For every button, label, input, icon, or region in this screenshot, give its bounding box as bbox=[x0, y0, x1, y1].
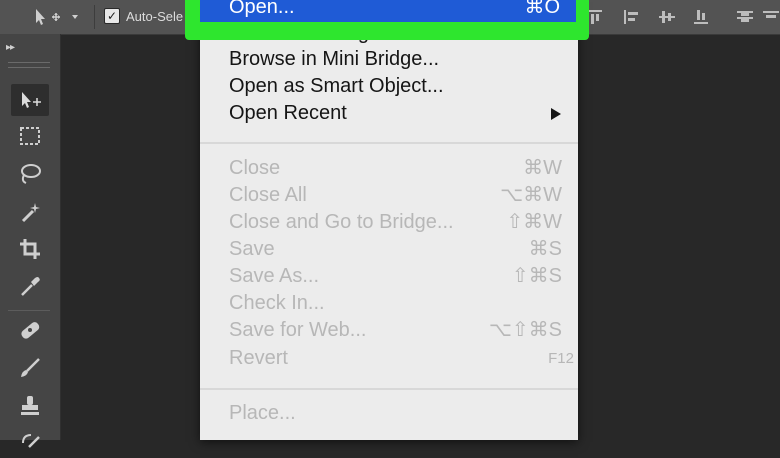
menu-item-close: Close ⌘W bbox=[229, 157, 562, 179]
menu-item-save-as: Save As... ⇧⌘S bbox=[229, 265, 562, 287]
magic-wand-tool[interactable] bbox=[11, 196, 49, 228]
crop-tool[interactable] bbox=[11, 233, 49, 265]
menu-separator bbox=[200, 388, 578, 390]
tools-divider bbox=[8, 310, 50, 311]
menu-item-open[interactable]: Open... ⌘O bbox=[200, 0, 576, 22]
move-tool[interactable] bbox=[11, 84, 49, 116]
stamp-icon bbox=[21, 396, 39, 415]
history-brush-icon bbox=[22, 434, 40, 448]
eyedropper-tool[interactable] bbox=[11, 270, 49, 302]
move-icon bbox=[36, 9, 78, 25]
submenu-arrow-icon bbox=[551, 108, 561, 120]
distribute-center-icon[interactable] bbox=[760, 6, 780, 28]
clone-stamp-tool[interactable] bbox=[11, 390, 49, 422]
tools-panel: ▸▸ bbox=[0, 34, 61, 448]
menu-item-close-and-go-to-bridge: Close and Go to Bridge... ⇧⌘W bbox=[229, 211, 562, 233]
menu-item-open-recent[interactable]: Open Recent bbox=[200, 100, 578, 127]
menu-item-place: Place... bbox=[229, 402, 296, 424]
align-middle-icon[interactable] bbox=[656, 6, 678, 28]
marquee-icon bbox=[20, 127, 40, 145]
panel-grip[interactable] bbox=[8, 62, 50, 68]
options-separator bbox=[94, 5, 95, 29]
auto-select-checkbox[interactable]: ✓ bbox=[104, 8, 120, 24]
distribute-top-icon[interactable] bbox=[734, 6, 756, 28]
menu-item-open-as-smart-object[interactable]: Open as Smart Object... bbox=[200, 73, 578, 100]
menu-item-browse-in-mini-bridge[interactable]: Browse in Mini Bridge... bbox=[200, 46, 578, 73]
eyedropper-icon bbox=[21, 277, 40, 296]
auto-select-label: Auto-Sele bbox=[126, 9, 184, 24]
align-bottom-icon[interactable] bbox=[690, 6, 712, 28]
bandage-icon bbox=[21, 322, 40, 339]
crop-icon bbox=[20, 239, 40, 259]
healing-brush-tool[interactable] bbox=[11, 314, 49, 346]
menu-item-check-in: Check In... bbox=[229, 292, 325, 314]
brush-icon bbox=[21, 358, 40, 377]
move-tool-preset-picker[interactable] bbox=[30, 6, 80, 28]
menu-separator bbox=[200, 142, 578, 144]
lasso-icon bbox=[21, 164, 41, 184]
lasso-tool[interactable] bbox=[11, 158, 49, 190]
marquee-tool[interactable] bbox=[11, 120, 49, 152]
align-vertical-center-icon[interactable] bbox=[620, 6, 642, 28]
file-menu: Browse in Bridge... ⌥⌘O Browse in Mini B… bbox=[200, 0, 578, 440]
history-brush-tool[interactable] bbox=[11, 426, 49, 458]
brush-tool[interactable] bbox=[11, 352, 49, 384]
collapse-panel-icon[interactable]: ▸▸ bbox=[6, 42, 15, 53]
menu-item-revert: Revert F12 bbox=[229, 347, 574, 369]
move-tool-icon bbox=[22, 92, 41, 108]
menu-item-save-for-web: Save for Web... ⌥⇧⌘S bbox=[229, 319, 562, 341]
menu-item-save: Save ⌘S bbox=[229, 238, 562, 260]
magic-wand-icon bbox=[21, 203, 40, 223]
menu-item-close-all: Close All ⌥⌘W bbox=[229, 184, 562, 206]
